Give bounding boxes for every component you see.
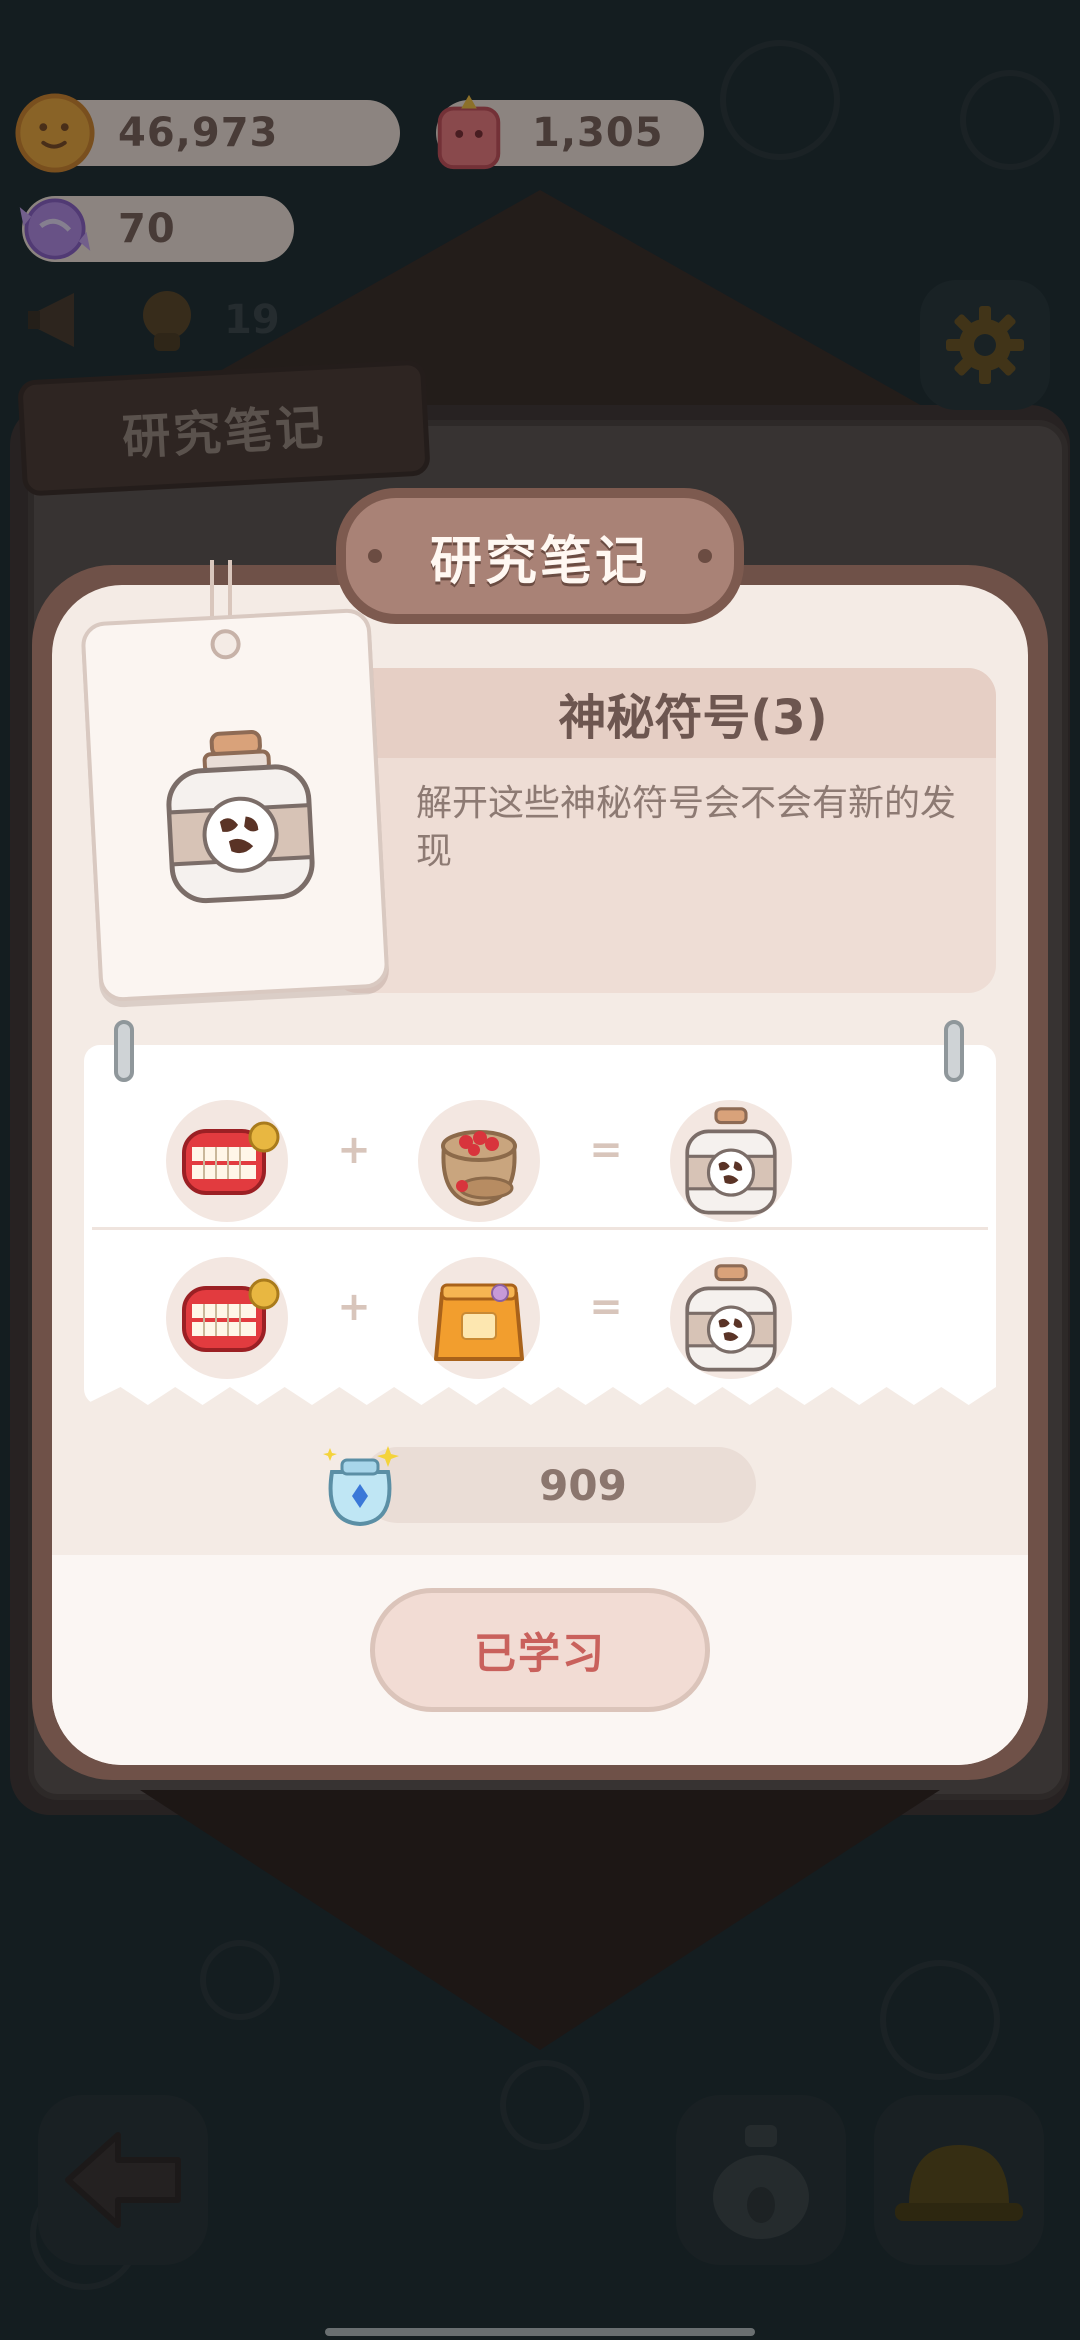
dentures-icon[interactable] <box>166 1257 288 1379</box>
cow-jar-icon[interactable] <box>670 1257 792 1379</box>
dentures-icon[interactable] <box>166 1100 288 1222</box>
equals-sign: = <box>589 1284 623 1330</box>
equals-sign: = <box>589 1127 623 1173</box>
cost-bar: 909 <box>360 1447 756 1523</box>
modal-title-plate: 研究笔记 <box>336 488 744 624</box>
item-name: 神秘符号(3) <box>558 690 828 746</box>
cow-jar-icon[interactable] <box>670 1100 792 1222</box>
item-info-box: 神秘符号(3) 解开这些神秘符号会不会有新的发现 <box>330 668 996 993</box>
plus-sign: + <box>337 1127 371 1173</box>
recipe-row: + = <box>84 1242 996 1392</box>
tag-hole <box>209 628 242 661</box>
plus-sign: + <box>337 1284 371 1330</box>
modal-title: 研究笔记 <box>429 531 650 592</box>
cow-jar-icon <box>155 725 324 912</box>
recipe-row: + = <box>84 1085 996 1235</box>
item-tag-card <box>80 607 390 1003</box>
red-beans-sack-icon[interactable] <box>418 1100 540 1222</box>
orange-bag-icon[interactable] <box>418 1257 540 1379</box>
paper-clip-left <box>114 1020 134 1082</box>
learned-button-label: 已学习 <box>473 1628 606 1678</box>
item-description: 解开这些神秘符号会不会有新的发现 <box>416 783 957 872</box>
learned-button[interactable]: 已学习 <box>370 1588 710 1712</box>
crystal-pouch-icon <box>318 1438 402 1532</box>
paper-clip-right <box>944 1020 964 1082</box>
cost-value: 909 <box>539 1460 627 1510</box>
